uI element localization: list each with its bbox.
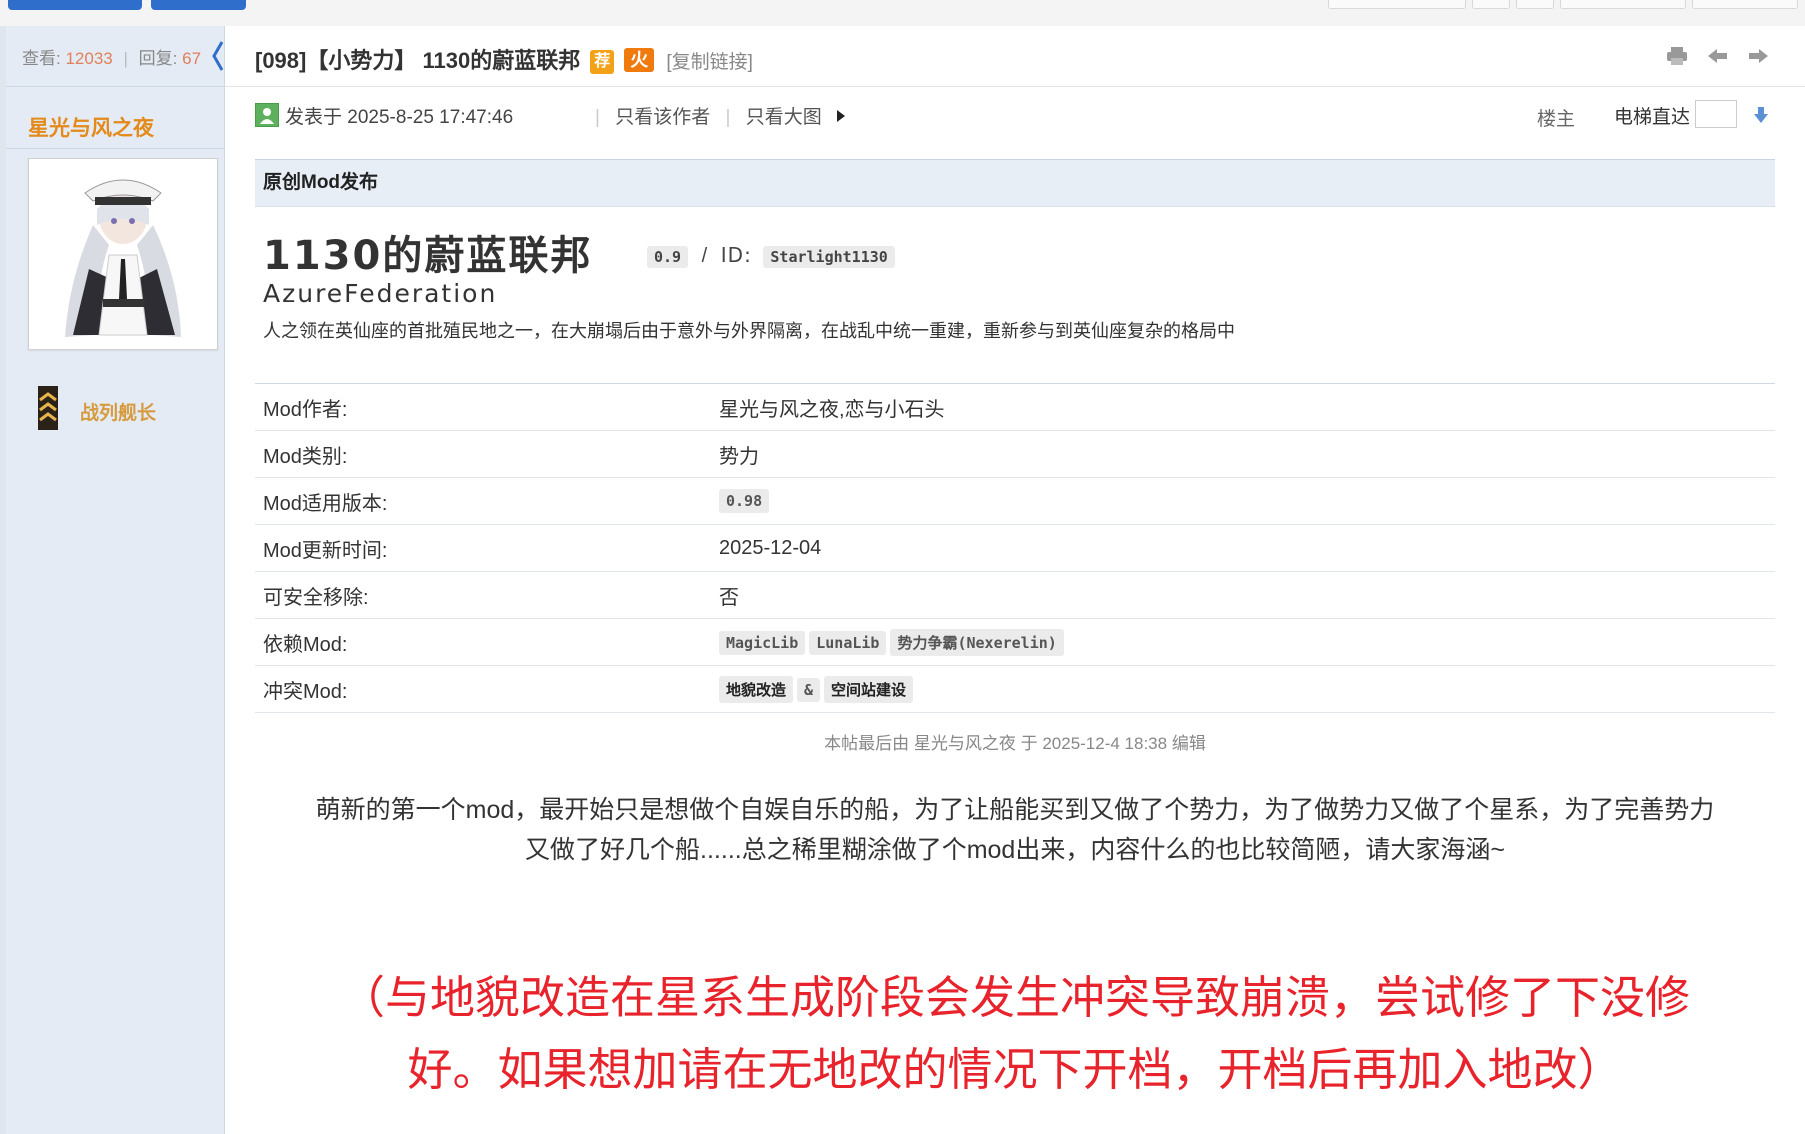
thread-title: [098]【小势力】 1130的蔚蓝联邦荐火 [复制链接] <box>255 43 753 75</box>
next-thread-icon[interactable] <box>1746 46 1770 66</box>
top-tab-2[interactable] <box>151 0 246 10</box>
table-row: 依赖Mod: MagicLib LunaLib 势力争霸(Nexerelin) <box>255 618 1775 666</box>
row-value: 势力 <box>711 430 1775 478</box>
thread-title-text: [098]【小势力】 1130的蔚蓝联邦 <box>255 48 581 73</box>
warning-line: （与地貌改造在星系生成阶段会发生冲突导致崩溃，尝试修了下没修 <box>339 972 1690 1023</box>
rank-insignia-icon <box>38 386 58 430</box>
mod-version-line: 0.9 / ID: Starlight1130 <box>647 243 895 268</box>
conflict-tag: 地貌改造 <box>719 675 794 703</box>
post-body-line: 萌新的第一个mod，最开始只是想做个自娱自乐的船，为了让船能买到又做了个势力，为… <box>315 796 1715 824</box>
top-button-4[interactable] <box>1560 0 1686 9</box>
only-author-link[interactable]: 只看该作者 <box>615 107 710 128</box>
avatar-image <box>29 159 217 349</box>
floor-label: 楼主 <box>1536 109 1575 130</box>
mod-title: 1130的蔚蓝联邦 <box>263 233 593 279</box>
top-button-5[interactable] <box>1692 0 1798 9</box>
dependency-tag: MagicLib <box>719 630 806 655</box>
mod-category: 原创Mod发布 <box>255 159 1775 207</box>
only-images-link[interactable]: 只看大图 <box>746 107 822 128</box>
user-online-icon <box>255 103 279 127</box>
top-button-2[interactable] <box>1472 0 1510 9</box>
author-name[interactable]: 星光与风之夜 <box>28 112 154 142</box>
row-value: 0.98 <box>711 477 1775 525</box>
table-row: Mod更新时间: 2025-12-04 <box>255 524 1775 572</box>
mod-version: 0.9 <box>647 246 689 268</box>
thread-tools <box>1653 46 1770 71</box>
author-rank: 战列舰长 <box>38 386 238 430</box>
play-icon[interactable] <box>835 108 847 124</box>
post-main: [098]【小势力】 1130的蔚蓝联邦荐火 [复制链接] 发表于 2025-8… <box>225 26 1805 1134</box>
row-key: Mod作者: <box>255 383 711 431</box>
row-value: MagicLib LunaLib 势力争霸(Nexerelin) <box>711 618 1775 666</box>
table-row: 冲突Mod: 地貌改造 & 空间站建设 <box>255 665 1775 713</box>
row-key: 冲突Mod: <box>255 665 711 713</box>
recommended-badge: 荐 <box>590 50 615 74</box>
dependency-tag: LunaLib <box>809 630 887 655</box>
mod-id-label: ID: <box>720 243 752 267</box>
row-value: 地貌改造 & 空间站建设 <box>711 665 1775 713</box>
prev-thread-icon[interactable] <box>1706 46 1730 66</box>
edit-note: 本帖最后由 星光与风之夜 于 2025-12-4 18:38 编辑 <box>824 734 1206 753</box>
thread-header: [098]【小势力】 1130的蔚蓝联邦荐火 [复制链接] <box>225 26 1805 87</box>
top-toolbar <box>0 0 1805 27</box>
game-version-tag: 0.98 <box>719 489 770 513</box>
post-body-line: 又做了好几个船......总之稀里糊涂做了个mod出来，内容什么的也比较简陋，请… <box>525 836 1505 864</box>
top-tab-1[interactable] <box>8 0 142 10</box>
row-value: 星光与风之夜,恋与小石头 <box>711 383 1775 431</box>
copy-link[interactable]: [复制链接] <box>666 52 753 73</box>
mod-card: 原创Mod发布 1130的蔚蓝联邦 0.9 / ID: Starlight113… <box>255 159 1775 713</box>
mod-subtitle: AzureFederation <box>263 279 498 308</box>
post-body: 萌新的第一个mod，最开始只是想做个自娱自乐的船，为了让船能买到又做了个势力，为… <box>255 790 1775 870</box>
meta-divider: | <box>595 107 600 128</box>
avatar[interactable] <box>28 158 218 350</box>
version-id-separator: / <box>701 245 708 267</box>
author-box: 星光与风之夜 <box>6 104 224 149</box>
meta-divider: | <box>725 107 731 128</box>
table-row: Mod类别: 势力 <box>255 430 1775 478</box>
stats-divider: | <box>123 49 128 68</box>
conflict-separator: & <box>797 677 821 702</box>
replies-label: 回复: <box>138 49 178 68</box>
row-value: 否 <box>711 571 1775 619</box>
print-icon[interactable] <box>1665 46 1689 66</box>
views-count: 12033 <box>65 49 113 68</box>
conflict-warning: （与地貌改造在星系生成阶段会发生冲突导致崩溃，尝试修了下没修 好。如果想加请在无… <box>255 962 1775 1106</box>
conflict-tag: 空间站建设 <box>824 675 914 703</box>
replies-count: 67 <box>182 49 202 68</box>
thread-stats: 查看: 12033 | 回复: 67 <box>6 26 224 87</box>
table-row: Mod适用版本: 0.98 <box>255 477 1775 525</box>
dependency-tag: 势力争霸(Nexerelin) <box>890 628 1064 656</box>
row-key: Mod更新时间: <box>255 524 711 572</box>
row-key: Mod适用版本: <box>255 477 711 525</box>
mod-description: 人之领在英仙座的首批殖民地之一，在大崩塌后由于意外与外界隔离，在战乱中统一重建，… <box>263 321 1235 341</box>
floor-number-input[interactable] <box>1695 100 1737 128</box>
top-button-3[interactable] <box>1516 0 1554 9</box>
warning-line: 好。如果想加请在无地改的情况下开档，开档后再加入地改） <box>407 1044 1623 1095</box>
row-value: 2025-12-04 <box>711 524 1775 572</box>
post-meta: 发表于 2025-8-25 17:47:46 | 只看该作者 | 只看大图 楼主… <box>255 100 1775 130</box>
table-row: Mod作者: 星光与风之夜,恋与小石头 <box>255 383 1775 431</box>
author-sidebar: 查看: 12033 | 回复: 67 星光与风之夜 战列舰长 <box>6 26 225 1134</box>
posted-time: 发表于 2025-8-25 17:47:46 <box>285 107 514 128</box>
elevator-label: 电梯直达 <box>1613 107 1690 128</box>
down-arrow-icon[interactable] <box>1753 106 1769 124</box>
mod-id: Starlight1130 <box>763 246 895 268</box>
mod-header: 1130的蔚蓝联邦 0.9 / ID: Starlight1130 AzureF… <box>255 207 1775 383</box>
top-button-1[interactable] <box>1328 0 1466 9</box>
table-row: 可安全移除: 否 <box>255 571 1775 619</box>
row-key: 可安全移除: <box>255 571 711 619</box>
row-key: Mod类别: <box>255 430 711 478</box>
mod-info-table: Mod作者: 星光与风之夜,恋与小石头 Mod类别: 势力 Mod适用版本: 0… <box>255 383 1775 713</box>
row-key: 依赖Mod: <box>255 618 711 666</box>
hot-badge: 火 <box>624 48 655 72</box>
collapse-arrow-icon[interactable] <box>210 36 226 76</box>
views-label: 查看: <box>22 49 61 68</box>
rank-label: 战列舰长 <box>80 403 157 424</box>
